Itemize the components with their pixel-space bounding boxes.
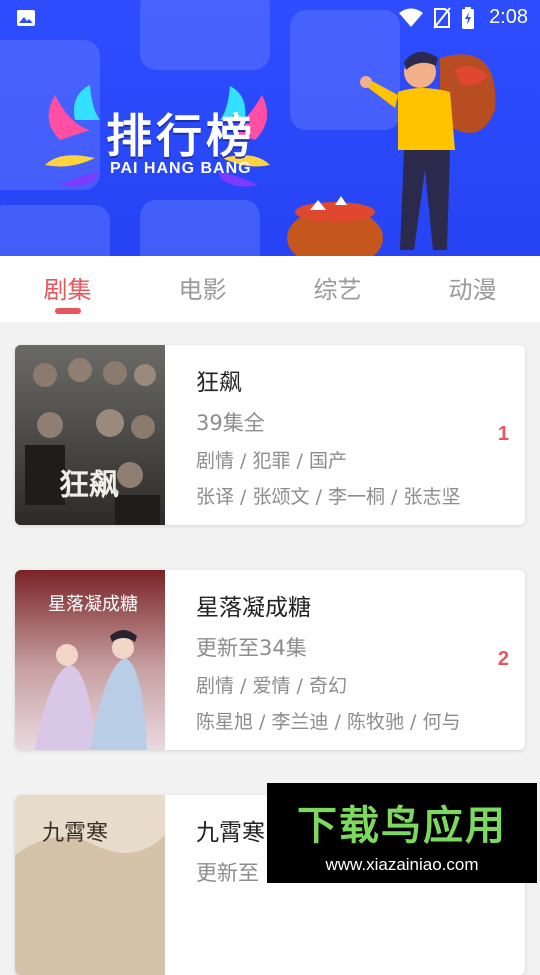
item-genres: 剧情 / 爱情 / 奇幻 xyxy=(196,675,347,697)
list-item[interactable]: 狂飙 狂飙 39集全 剧情 / 犯罪 / 国产 张译 / 张颂文 / 李一桐 /… xyxy=(15,345,525,525)
status-bar: 2:08 xyxy=(0,0,540,36)
item-title: 星落凝成糖 xyxy=(196,595,311,621)
item-cast: 张译 / 张颂文 / 李一桐 / 张志坚 xyxy=(196,486,461,508)
watermark-logo: 下载鸟应用 www.xiazainiao.com xyxy=(267,783,537,883)
poster-title-text: 星落凝成糖 xyxy=(48,594,138,615)
poster-image: 狂飙 xyxy=(15,345,165,525)
category-tabs: 剧集 电影 综艺 动漫 xyxy=(0,256,540,322)
item-rank: 2 xyxy=(497,648,509,670)
list-item[interactable]: 星落凝成糖 星落凝成糖 更新至34集 剧情 / 爱情 / 奇幻 陈星旭 / 李兰… xyxy=(15,570,525,750)
tab-variety[interactable]: 综艺 xyxy=(270,256,405,322)
no-sim-icon xyxy=(433,6,451,29)
wifi-icon xyxy=(399,8,424,27)
item-title: 狂飙 xyxy=(196,370,242,396)
item-genres: 剧情 / 犯罪 / 国产 xyxy=(196,450,347,472)
poster-image: 九霄寒 xyxy=(15,795,165,975)
status-icons: 2:08 xyxy=(399,6,528,29)
watermark-brand: 下载鸟应用 xyxy=(297,803,507,849)
tab-movies[interactable]: 电影 xyxy=(135,256,270,322)
item-episode-status: 39集全 xyxy=(196,411,265,435)
item-episode-status: 更新至34集 xyxy=(196,636,307,660)
banner-illustration xyxy=(45,51,496,256)
poster-image: 星落凝成糖 xyxy=(15,570,165,750)
poster-title-text: 九霄寒 xyxy=(42,821,108,846)
active-tab-indicator xyxy=(55,308,81,314)
banner-subtitle: PAI HANG BANG xyxy=(110,160,252,177)
item-title: 九霄寒 xyxy=(196,820,265,846)
poster-title-text: 狂飙 xyxy=(59,468,119,503)
battery-charging-icon xyxy=(462,6,475,29)
item-rank: 1 xyxy=(497,423,509,445)
tab-anime[interactable]: 动漫 xyxy=(405,256,540,322)
clock: 2:08 xyxy=(489,6,528,28)
ranking-banner: 排行榜 PAI HANG BANG xyxy=(0,0,540,256)
watermark-url: www.xiazainiao.com xyxy=(325,855,479,874)
gallery-icon xyxy=(17,10,35,26)
item-cast: 陈星旭 / 李兰迪 / 陈牧驰 / 何与 xyxy=(196,711,461,733)
banner-title: 排行榜 xyxy=(106,109,256,163)
